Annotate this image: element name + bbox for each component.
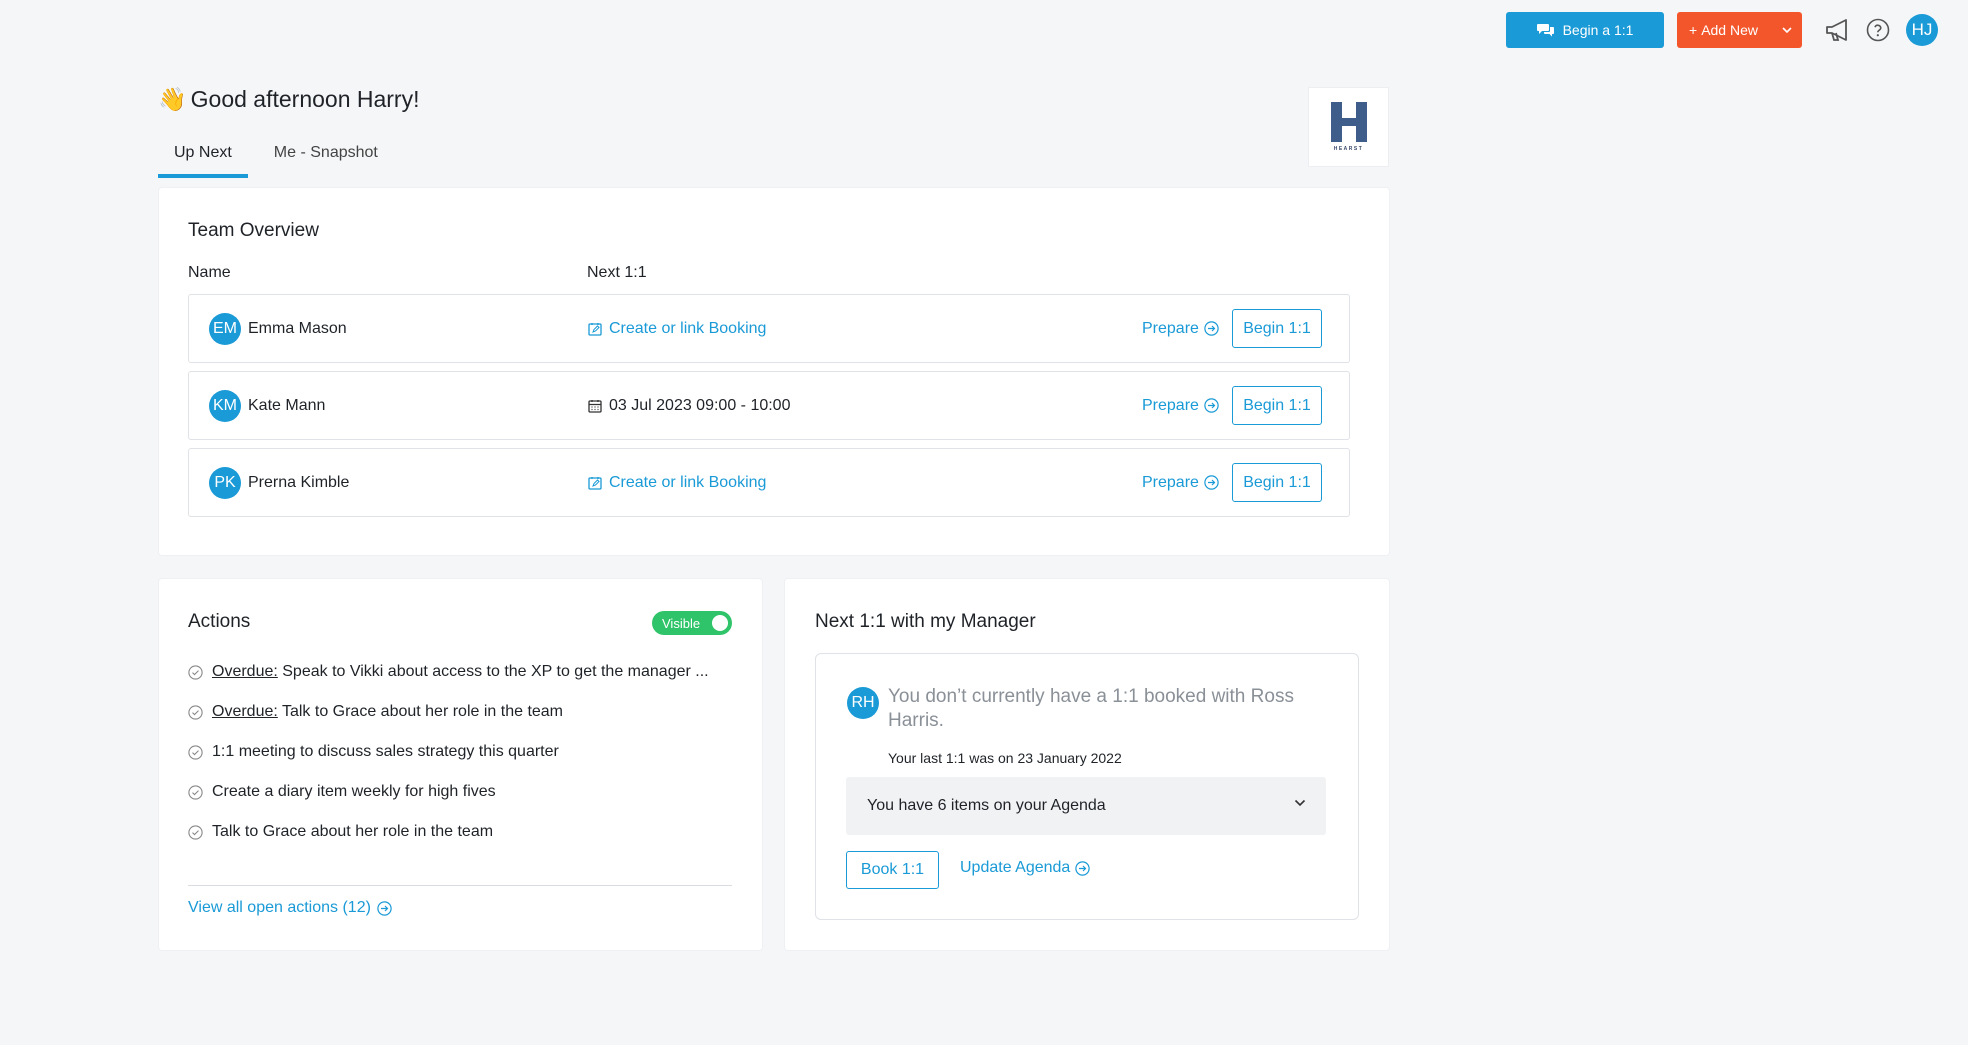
chat-icon xyxy=(1536,23,1555,37)
chevron-down-icon xyxy=(1782,27,1792,33)
team-row: PK Prerna Kimble Create or link Booking … xyxy=(188,448,1350,517)
action-item[interactable]: 1:1 meeting to discuss sales strategy th… xyxy=(188,743,559,761)
tab-bar: Up Next Me - Snapshot xyxy=(158,142,394,178)
action-item[interactable]: Overdue: Talk to Grace about her role in… xyxy=(188,703,563,721)
no-booking-message: You don’t currently have a 1:1 booked wi… xyxy=(888,686,1294,731)
action-text: Create a diary item weekly for high five… xyxy=(212,783,496,800)
greeting-text: Good afternoon Harry! xyxy=(190,86,420,112)
manager-title: Next 1:1 with my Manager xyxy=(815,611,1036,632)
column-header-next: Next 1:1 xyxy=(587,264,647,281)
visibility-toggle[interactable]: Visible xyxy=(652,611,732,635)
wave-icon: 👋 xyxy=(158,86,187,112)
add-new-label: Add New xyxy=(1701,22,1758,38)
book-one-on-one-button[interactable]: Book 1:1 xyxy=(846,851,939,889)
last-meeting-text: Your last 1:1 was on 23 January 2022 xyxy=(888,750,1122,766)
check-circle-icon xyxy=(188,784,203,800)
add-new-button[interactable]: + Add New xyxy=(1677,12,1802,48)
begin-one-on-one-label: Begin a 1:1 xyxy=(1562,22,1634,38)
top-bar: Begin a 1:1 + Add New HJ xyxy=(1506,11,1938,49)
member-name: Prerna Kimble xyxy=(248,473,350,491)
prepare-label: Prepare xyxy=(1142,473,1199,491)
check-circle-icon xyxy=(188,824,203,840)
action-text: 1:1 meeting to discuss sales strategy th… xyxy=(212,743,559,760)
announcements-button[interactable] xyxy=(1824,18,1854,42)
arrow-circle-right-icon xyxy=(1204,475,1219,490)
tab-up-next[interactable]: Up Next xyxy=(158,142,248,178)
overdue-label: Overdue: xyxy=(212,703,278,720)
booking-label: Create or link Booking xyxy=(609,319,767,337)
company-logo: HEARST xyxy=(1308,87,1389,167)
avatar: EM xyxy=(209,312,241,345)
user-avatar[interactable]: HJ xyxy=(1906,14,1938,46)
divider xyxy=(188,885,732,886)
booking-date: 03 Jul 2023 09:00 - 10:00 xyxy=(588,397,790,415)
megaphone-icon xyxy=(1826,19,1847,41)
team-overview-card: Team Overview Name Next 1:1 EM Emma Maso… xyxy=(159,188,1389,555)
member-name: Kate Mann xyxy=(248,396,326,414)
action-text: Talk to Grace about her role in the team xyxy=(277,703,564,720)
avatar: PK xyxy=(209,466,241,499)
manager-card: Next 1:1 with my Manager RH You don’t cu… xyxy=(785,579,1389,950)
begin-one-on-one-button[interactable]: Begin 1:1 xyxy=(1232,463,1322,502)
team-row: EM Emma Mason Create or link Booking Pre… xyxy=(188,294,1350,363)
agenda-label: You have 6 items on your Agenda xyxy=(867,797,1106,814)
actions-card: Actions Visible Overdue: Speak to Vikki … xyxy=(159,579,762,950)
calendar-edit-icon xyxy=(588,476,602,490)
add-new-main[interactable]: + Add New xyxy=(1677,22,1772,38)
member-name: Emma Mason xyxy=(248,319,347,337)
update-agenda-link[interactable]: Update Agenda xyxy=(960,859,1091,877)
toggle-label: Visible xyxy=(662,615,701,631)
chevron-down-icon xyxy=(1294,799,1306,807)
calendar-edit-icon xyxy=(588,322,602,336)
logo-wordmark: HEARST xyxy=(1333,146,1364,152)
overdue-label: Overdue: xyxy=(212,663,278,680)
create-booking-link[interactable]: Create or link Booking xyxy=(588,474,766,492)
prepare-link[interactable]: Prepare xyxy=(1142,474,1219,492)
view-all-label: View all open actions (12) xyxy=(188,899,371,916)
check-circle-icon xyxy=(188,704,203,720)
help-icon xyxy=(1866,18,1890,42)
greeting: 👋 Good afternoon Harry! xyxy=(158,86,419,113)
help-button[interactable] xyxy=(1866,18,1890,42)
check-circle-icon xyxy=(188,664,203,680)
update-agenda-label: Update Agenda xyxy=(960,859,1071,876)
booking-label: 03 Jul 2023 09:00 - 10:00 xyxy=(609,396,791,414)
avatar: RH xyxy=(847,687,879,719)
begin-one-on-one-button[interactable]: Begin 1:1 xyxy=(1232,309,1322,348)
begin-one-on-one-button[interactable]: Begin a 1:1 xyxy=(1506,12,1664,48)
arrow-circle-right-icon xyxy=(1075,860,1091,876)
add-new-dropdown-toggle[interactable] xyxy=(1772,12,1802,48)
action-item[interactable]: Overdue: Speak to Vikki about access to … xyxy=(188,663,709,681)
actions-title: Actions xyxy=(188,611,251,632)
avatar: KM xyxy=(209,389,241,422)
booking-label: Create or link Booking xyxy=(609,473,767,491)
action-text: Talk to Grace about her role in the team xyxy=(212,823,494,840)
user-initials: HJ xyxy=(1911,20,1933,39)
create-booking-link[interactable]: Create or link Booking xyxy=(588,320,766,338)
arrow-circle-right-icon xyxy=(1204,398,1219,413)
tab-me-snapshot[interactable]: Me - Snapshot xyxy=(258,142,394,178)
agenda-dropdown[interactable]: You have 6 items on your Agenda xyxy=(846,777,1326,835)
toggle-knob xyxy=(712,615,728,631)
team-row: KM Kate Mann 03 Jul 2023 09:00 - 10:00 P… xyxy=(188,371,1350,440)
action-item[interactable]: Create a diary item weekly for high five… xyxy=(188,783,496,801)
action-item[interactable]: Talk to Grace about her role in the team xyxy=(188,823,493,841)
hearst-logo-icon xyxy=(1330,102,1367,142)
calendar-icon xyxy=(588,399,602,413)
begin-one-on-one-button[interactable]: Begin 1:1 xyxy=(1232,386,1322,425)
view-all-actions-link[interactable]: View all open actions (12) xyxy=(188,899,392,917)
prepare-link[interactable]: Prepare xyxy=(1142,397,1219,415)
plus-icon: + xyxy=(1689,22,1698,38)
check-circle-icon xyxy=(188,744,203,760)
prepare-label: Prepare xyxy=(1142,396,1199,414)
arrow-circle-right-icon xyxy=(1204,321,1219,336)
prepare-link[interactable]: Prepare xyxy=(1142,320,1219,338)
action-text: Speak to Vikki about access to the XP to… xyxy=(277,663,709,680)
manager-panel: RH You don’t currently have a 1:1 booked… xyxy=(815,653,1359,920)
team-overview-title: Team Overview xyxy=(188,220,319,241)
prepare-label: Prepare xyxy=(1142,319,1199,337)
arrow-circle-right-icon xyxy=(377,900,392,916)
column-header-name: Name xyxy=(188,264,231,281)
